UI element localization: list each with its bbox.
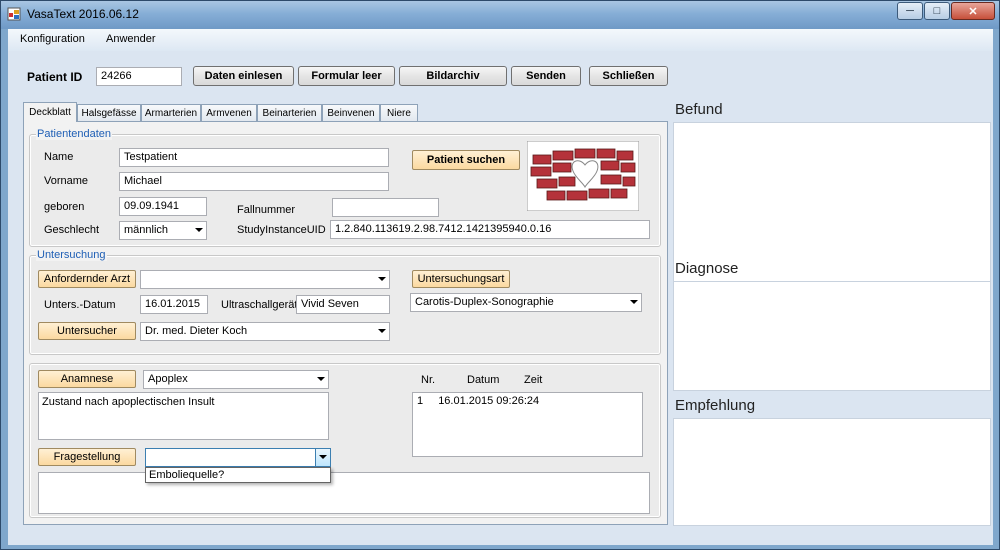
list-item-datetime: 16.01.2015 09:26:24 — [438, 395, 540, 407]
senden-button[interactable]: Senden — [511, 66, 581, 86]
study-uid-input[interactable]: 1.2.840.113619.2.98.7412.1421395940.0.16 — [330, 220, 650, 239]
tab-page-deckblatt: Patientendaten Name Testpatient Vorname … — [23, 121, 668, 525]
anamnese-history-list[interactable]: 1 16.01.2015 09:26:24 — [412, 392, 643, 457]
list-item-nr: 1 — [417, 395, 424, 407]
diagnose-textarea[interactable] — [673, 281, 991, 391]
patient-id-input[interactable]: 24266 — [96, 67, 182, 86]
group-untersuchung: Untersuchung Anfordernder Arzt Unters.-D… — [29, 249, 661, 355]
fragestellung-select[interactable] — [145, 448, 331, 467]
untersucher-button[interactable]: Untersucher — [38, 322, 136, 340]
menu-anwender[interactable]: Anwender — [106, 33, 156, 45]
group-anamnese: Anamnese Apoplex Zustand nach apoplectis… — [29, 363, 661, 518]
patient-suchen-button[interactable]: Patient suchen — [412, 150, 520, 170]
anamnese-button[interactable]: Anamnese — [38, 370, 136, 388]
untersuchungsart-button[interactable]: Untersuchungsart — [412, 270, 510, 288]
brick-heart-image — [527, 141, 639, 211]
anfordernder-arzt-button[interactable]: Anfordernder Arzt — [38, 270, 136, 288]
dropdown-option[interactable]: Emboliequelle? — [149, 469, 327, 481]
maximize-icon: □ — [933, 5, 941, 17]
untersucher-select[interactable]: Dr. med. Dieter Koch — [140, 322, 390, 341]
minimize-icon: ─ — [906, 5, 914, 17]
fragestellung-dropdown: Emboliequelle? — [145, 467, 331, 483]
study-uid-label: StudyInstanceUID — [237, 224, 326, 236]
tab-beinvenen[interactable]: Beinvenen — [322, 104, 380, 121]
name-label: Name — [44, 151, 74, 163]
close-button[interactable]: ✕ — [951, 2, 995, 20]
geschlecht-select[interactable]: männlich — [119, 221, 207, 240]
bildarchiv-button[interactable]: Bildarchiv — [399, 66, 507, 86]
tab-niere[interactable]: Niere — [380, 104, 418, 121]
ultraschallgeraet-input[interactable]: Vivid Seven — [296, 295, 390, 314]
unters-datum-label: Unters.-Datum — [44, 299, 116, 311]
chevron-down-icon — [378, 329, 386, 333]
empfehlung-title: Empfehlung — [675, 397, 756, 414]
geschlecht-value: männlich — [124, 224, 169, 236]
window-title: VasaText 2016.06.12 — [27, 7, 139, 21]
untersuchungsart-value: Carotis-Duplex-Sonographie — [415, 296, 554, 308]
geschlecht-label: Geschlecht — [44, 224, 100, 236]
anamnese-select[interactable]: Apoplex — [143, 370, 329, 389]
minimize-button[interactable]: ─ — [897, 2, 923, 20]
formular-leer-button[interactable]: Formular leer — [298, 66, 395, 86]
app-window: VasaText 2016.06.12 ─ □ ✕ Konfiguration … — [0, 0, 1000, 550]
close-icon: ✕ — [968, 5, 978, 18]
schliessen-button[interactable]: Schließen — [589, 66, 668, 86]
unters-datum-input[interactable]: 16.01.2015 — [140, 295, 208, 314]
tab-armarterien[interactable]: Armarterien — [141, 104, 201, 121]
tab-armvenen[interactable]: Armvenen — [201, 104, 257, 121]
name-input[interactable]: Testpatient — [119, 148, 389, 167]
anfordernder-arzt-select[interactable] — [140, 270, 390, 289]
diagnose-title: Diagnose — [675, 260, 739, 277]
chevron-down-icon — [630, 300, 638, 304]
chevron-down-icon — [319, 455, 327, 459]
vorname-label: Vorname — [44, 175, 89, 187]
menu-bar: Konfiguration Anwender — [8, 29, 993, 51]
befund-title: Befund — [675, 101, 723, 118]
title-bar[interactable]: VasaText 2016.06.12 ─ □ ✕ — [1, 1, 999, 29]
fallnummer-input[interactable] — [332, 198, 439, 217]
maximize-button[interactable]: □ — [924, 2, 950, 20]
group-title-untersuchung: Untersuchung — [36, 249, 107, 261]
geboren-input[interactable]: 09.09.1941 — [119, 197, 207, 216]
list-header-zeit: Zeit — [524, 374, 543, 386]
untersuchungsart-select[interactable]: Carotis-Duplex-Sonographie — [410, 293, 642, 312]
tab-beinarterien[interactable]: Beinarterien — [257, 104, 322, 121]
empfehlung-textarea[interactable] — [673, 418, 991, 526]
chevron-down-icon — [378, 277, 386, 281]
geboren-label: geboren — [44, 201, 85, 213]
tab-halsgefaesse[interactable]: Halsgefässe — [77, 104, 141, 121]
client-area: Konfiguration Anwender Patient ID 24266 … — [8, 29, 993, 545]
anamnese-value: Apoplex — [148, 373, 188, 385]
fragestellung-dropdown-button[interactable] — [315, 449, 330, 466]
list-item[interactable]: 1 16.01.2015 09:26:24 — [417, 395, 638, 407]
fragestellung-textarea[interactable] — [38, 472, 650, 514]
list-header-nr: Nr. — [421, 374, 436, 386]
app-icon — [7, 7, 21, 21]
menu-konfiguration[interactable]: Konfiguration — [20, 33, 85, 45]
tab-deckblatt[interactable]: Deckblatt — [23, 102, 77, 122]
chevron-down-icon — [317, 377, 325, 381]
fragestellung-button[interactable]: Fragestellung — [38, 448, 136, 466]
group-patientendaten: Patientendaten Name Testpatient Vorname … — [29, 128, 661, 247]
fallnummer-label: Fallnummer — [237, 204, 296, 216]
daten-einlesen-button[interactable]: Daten einlesen — [193, 66, 294, 86]
anamnese-textarea[interactable]: Zustand nach apoplectischen Insult — [38, 392, 329, 440]
ultraschallgeraet-label: Ultraschallgerät — [221, 299, 298, 311]
patient-id-label: Patient ID — [27, 70, 83, 84]
list-header-datum: Datum — [467, 374, 500, 386]
befund-textarea[interactable] — [673, 122, 991, 283]
untersucher-value: Dr. med. Dieter Koch — [145, 325, 248, 337]
chevron-down-icon — [195, 228, 203, 232]
group-title-patientendaten: Patientendaten — [36, 128, 113, 140]
vorname-input[interactable]: Michael — [119, 172, 389, 191]
